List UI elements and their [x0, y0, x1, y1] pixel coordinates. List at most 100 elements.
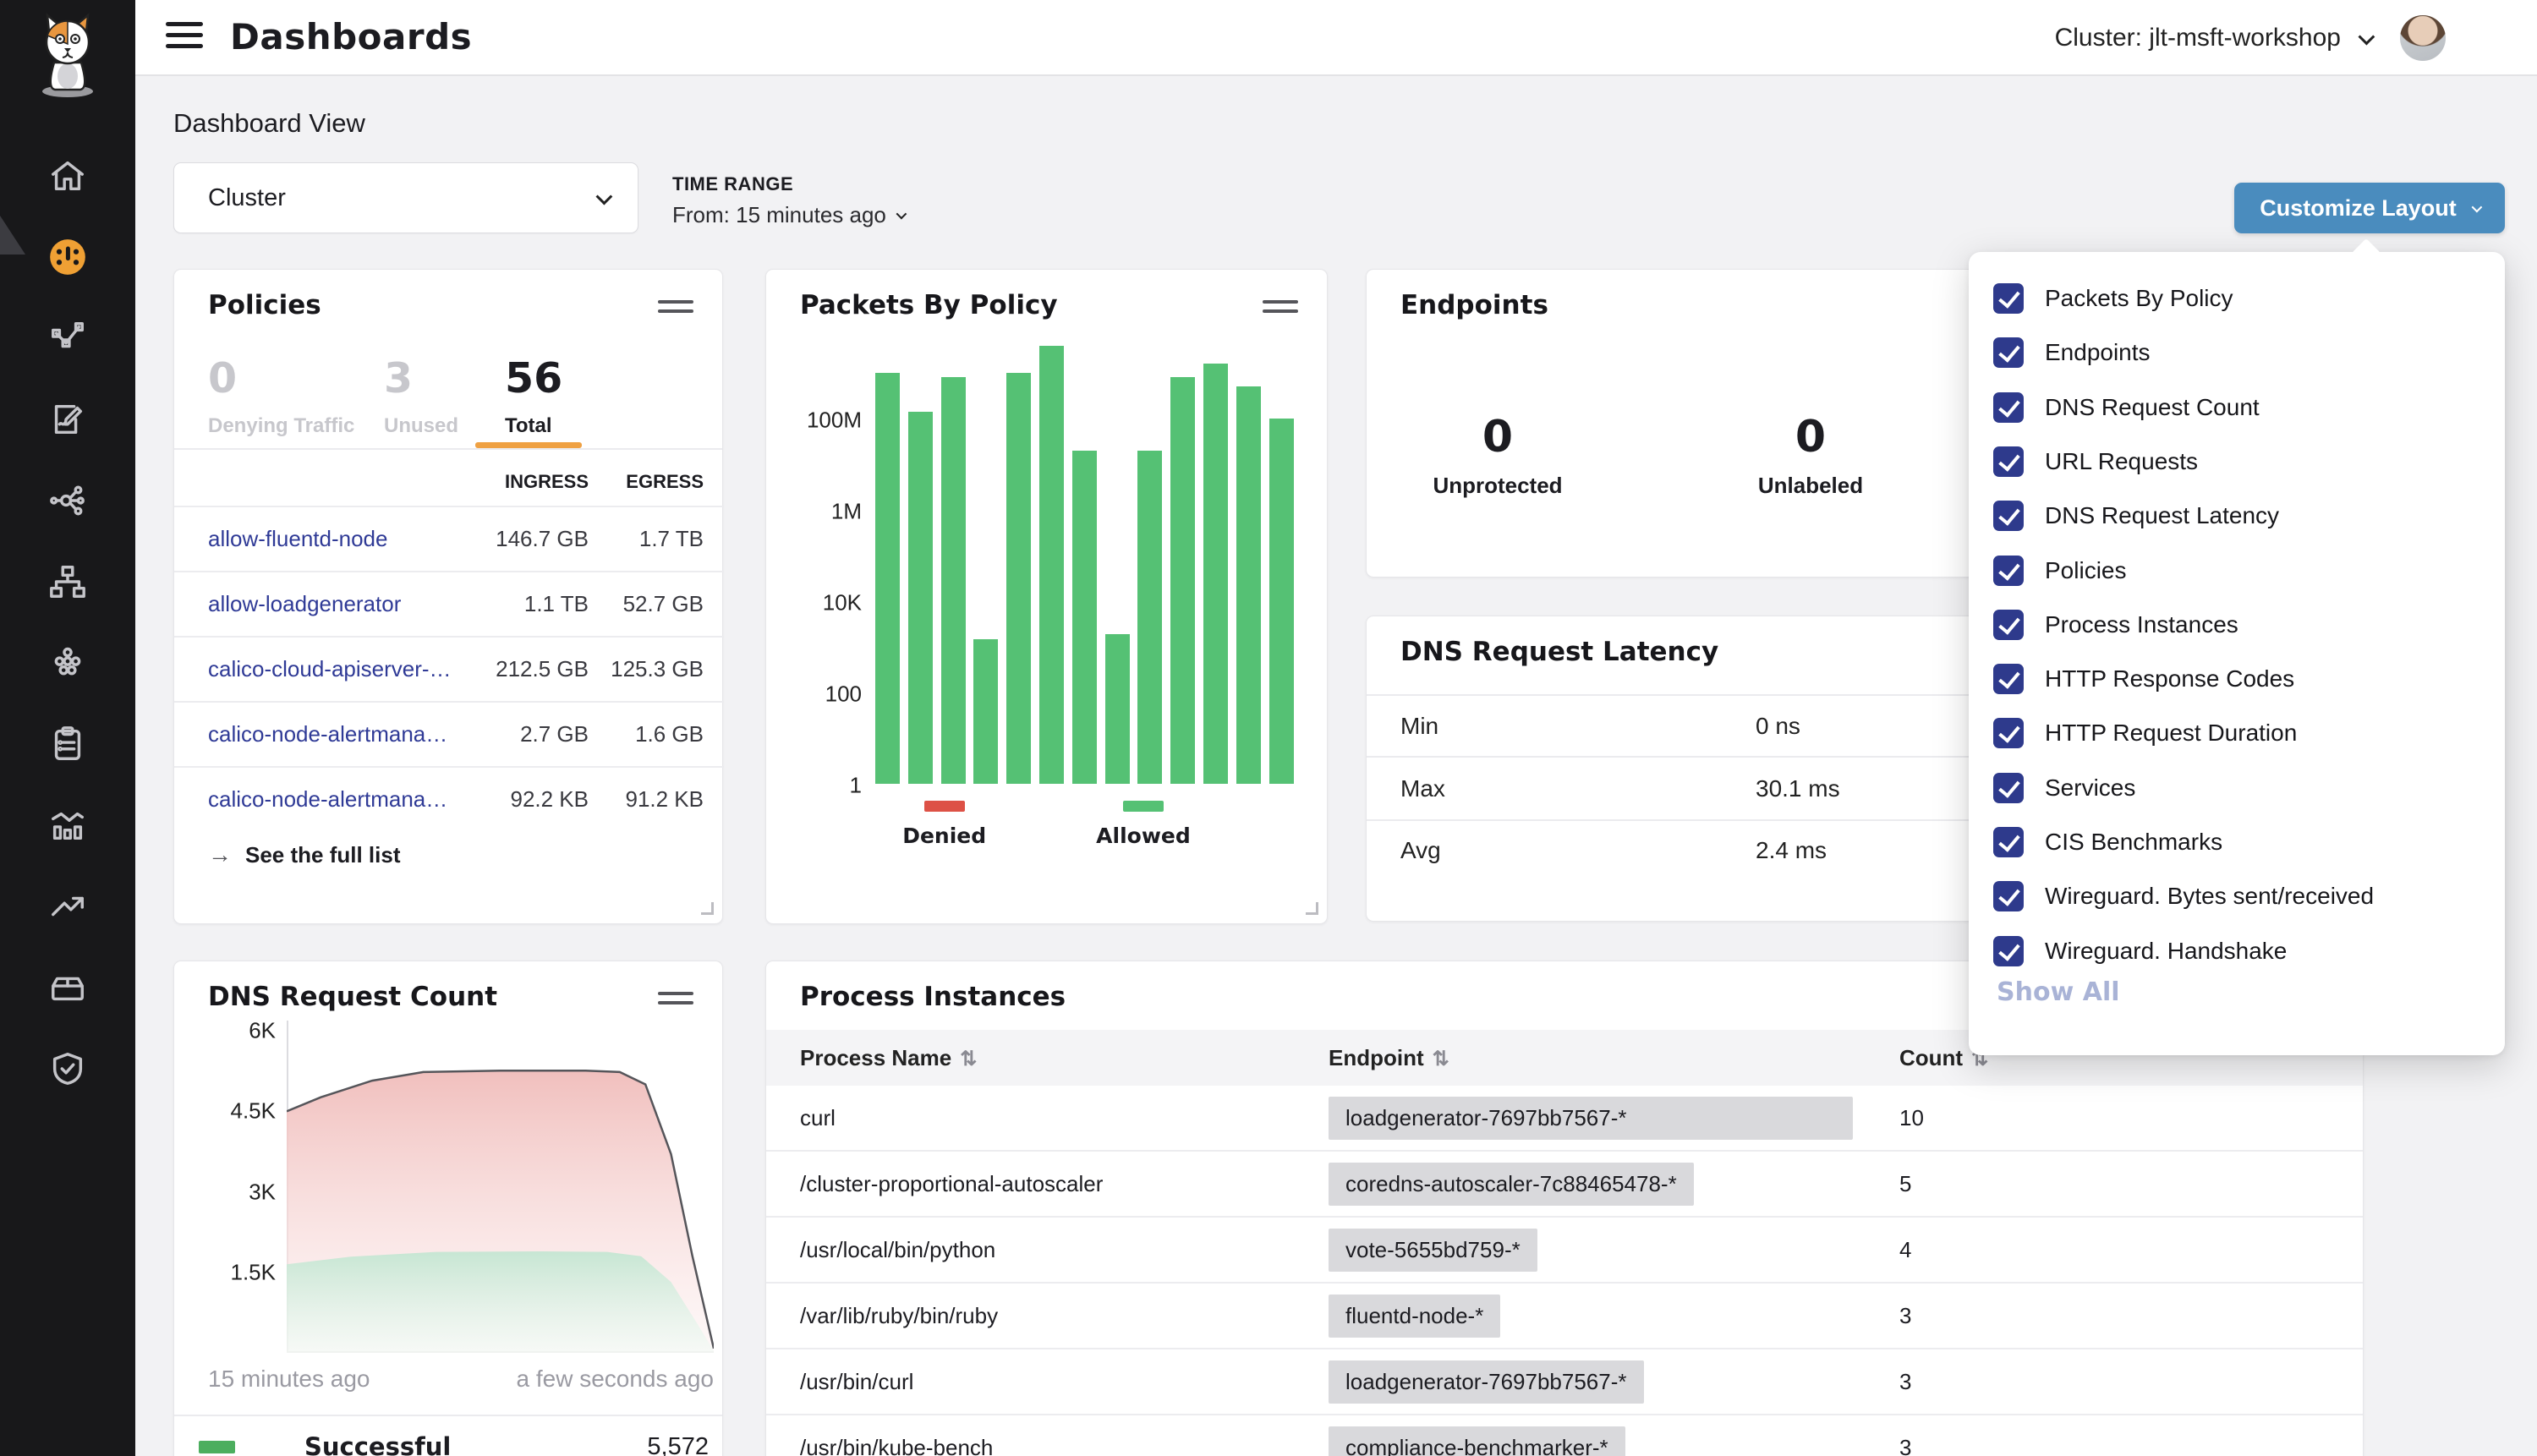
successful-swatch	[199, 1441, 235, 1453]
egress-value: 1.7 TB	[589, 526, 704, 552]
allowed-bar	[875, 373, 900, 784]
legend-successful[interactable]: Successful 5,572	[199, 1428, 709, 1456]
menu-item[interactable]: HTTP Response Codes	[1993, 662, 2294, 696]
process-name: /var/lib/ruby/bin/ruby	[800, 1303, 1329, 1329]
allowed-swatch	[1123, 801, 1164, 812]
process-name: curl	[800, 1105, 1329, 1131]
checkbox-checked-icon[interactable]	[1993, 936, 2024, 966]
sidebar-item-compliance-reports[interactable]	[0, 714, 135, 775]
menu-item[interactable]: Wireguard. Handshake	[1993, 934, 2287, 968]
sort-icon[interactable]: ⇅	[1433, 1048, 1449, 1070]
card-title: Policies	[208, 290, 321, 320]
hamburger-menu-icon[interactable]	[166, 22, 203, 54]
allowed-bar	[1039, 346, 1064, 785]
column-header-endpoint[interactable]: Endpoint⇅	[1329, 1045, 1899, 1071]
sidebar-item-home[interactable]	[0, 145, 135, 206]
checkbox-checked-icon[interactable]	[1993, 664, 2024, 694]
menu-item[interactable]: HTTP Request Duration	[1993, 716, 2297, 750]
show-all-link[interactable]: Show All	[1997, 977, 2120, 1007]
sidebar-item-dashboards[interactable]	[0, 227, 135, 287]
menu-item[interactable]: Endpoints	[1993, 336, 2151, 369]
ingress-value: 92.2 KB	[466, 786, 589, 813]
policy-link[interactable]: calico-node-alertmana…	[208, 721, 466, 747]
sidebar-item-workload-groups[interactable]	[0, 632, 135, 693]
endpoint-badge: loadgenerator-7697bb7567-*	[1329, 1360, 1644, 1404]
checkbox-checked-icon[interactable]	[1993, 556, 2024, 586]
drag-handle-icon[interactable]	[658, 300, 693, 319]
column-header-process-name[interactable]: Process Name⇅	[800, 1045, 1329, 1071]
cluster-selector-label: Cluster: jlt-msft-workshop	[2055, 24, 2341, 52]
service-graph-icon	[48, 319, 87, 358]
time-range-control[interactable]: TIME RANGE From: 15 minutes ago	[672, 173, 904, 228]
customize-layout-button[interactable]: Customize Layout	[2234, 183, 2505, 233]
resize-handle[interactable]	[701, 902, 714, 915]
checkbox-checked-icon[interactable]	[1993, 827, 2024, 857]
sort-icon[interactable]: ⇅	[960, 1048, 977, 1070]
menu-item[interactable]: Packets By Policy	[1993, 282, 2233, 315]
process-row: /usr/local/bin/pythonvote-5655bd759-*4	[766, 1218, 2363, 1284]
stat-unused[interactable]: 3 Unused	[384, 354, 458, 438]
allowed-bar	[1006, 373, 1031, 784]
sidebar-item-image-assurance[interactable]	[0, 957, 135, 1018]
checkbox-checked-icon[interactable]	[1993, 610, 2024, 640]
process-count: 3	[1899, 1435, 1911, 1456]
menu-item[interactable]: CIS Benchmarks	[1993, 825, 2222, 859]
policy-link[interactable]: allow-loadgenerator	[208, 591, 466, 617]
stat-denying-traffic[interactable]: 0 Denying Traffic	[208, 354, 354, 438]
egress-value: 52.7 GB	[589, 591, 704, 617]
legend-allowed[interactable]: Allowed	[1096, 801, 1191, 848]
menu-item[interactable]: DNS Request Count	[1993, 391, 2260, 424]
stat-total[interactable]: 56 Total	[505, 354, 562, 438]
sidebar-item-network-tree[interactable]	[0, 551, 135, 612]
sidebar-item-policies[interactable]	[0, 389, 135, 450]
menu-item[interactable]: Process Instances	[1993, 608, 2238, 642]
checkbox-checked-icon[interactable]	[1993, 881, 2024, 911]
checkbox-checked-icon[interactable]	[1993, 773, 2024, 803]
process-name: /cluster-proportional-autoscaler	[800, 1171, 1329, 1197]
menu-item[interactable]: URL Requests	[1993, 445, 2198, 479]
latency-avg-value: 2.4 ms	[1756, 837, 1827, 864]
topbar: Dashboards Cluster: jlt-msft-workshop	[135, 0, 2537, 76]
calico-logo[interactable]	[19, 10, 117, 102]
policy-link[interactable]: calico-cloud-apiserver-…	[208, 656, 466, 682]
latency-max-value: 30.1 ms	[1756, 775, 1840, 802]
checkbox-checked-icon[interactable]	[1993, 283, 2024, 314]
sidebar-item-service-graph[interactable]	[0, 308, 135, 369]
menu-item-label: Wireguard. Handshake	[2045, 938, 2287, 965]
policy-link[interactable]: allow-fluentd-node	[208, 526, 466, 552]
menu-item[interactable]: Wireguard. Bytes sent/received	[1993, 879, 2374, 913]
ingress-value: 146.7 GB	[466, 526, 589, 552]
checkbox-checked-icon[interactable]	[1993, 501, 2024, 531]
checkbox-checked-icon[interactable]	[1993, 446, 2024, 477]
menu-item[interactable]: Policies	[1993, 554, 2126, 588]
menu-item[interactable]: DNS Request Latency	[1993, 499, 2279, 533]
resize-handle[interactable]	[1306, 902, 1318, 915]
sidebar-item-trends[interactable]	[0, 876, 135, 937]
sidebar-item-threat-defense[interactable]	[0, 1038, 135, 1099]
home-icon	[48, 156, 87, 195]
allowed-bar	[941, 377, 966, 784]
legend-denied[interactable]: Denied	[902, 801, 986, 848]
dns-area-chart	[287, 961, 714, 1353]
user-avatar[interactable]	[2400, 15, 2446, 61]
policy-link[interactable]: calico-node-alertmana…	[208, 786, 466, 813]
sidebar-item-connections[interactable]	[0, 470, 135, 531]
see-full-list-link[interactable]: → See the full list	[208, 841, 401, 868]
chevron-down-icon	[896, 209, 907, 220]
allowed-bar	[1105, 634, 1130, 784]
cluster-selector[interactable]: Cluster: jlt-msft-workshop	[2055, 0, 2371, 76]
checkbox-checked-icon[interactable]	[1993, 392, 2024, 423]
policy-row: allow-fluentd-node146.7 GB1.7 TB	[174, 506, 724, 571]
sidebar-item-activity-stats[interactable]	[0, 795, 135, 856]
menu-item[interactable]: Services	[1993, 771, 2135, 805]
dashboard-view-select[interactable]: Cluster	[173, 162, 638, 233]
connections-icon	[48, 481, 87, 520]
allowed-bar	[1269, 419, 1294, 784]
y-axis-tick: 4.5K	[174, 1098, 276, 1125]
dns-request-count-card: DNS Request Count 1.5K3K4.5K6K 15 minute…	[173, 961, 723, 1456]
latency-min-value: 0 ns	[1756, 713, 1800, 740]
compliance-clipboard-icon	[48, 725, 87, 764]
chevron-down-icon	[596, 189, 613, 205]
checkbox-checked-icon[interactable]	[1993, 718, 2024, 748]
checkbox-checked-icon[interactable]	[1993, 337, 2024, 368]
